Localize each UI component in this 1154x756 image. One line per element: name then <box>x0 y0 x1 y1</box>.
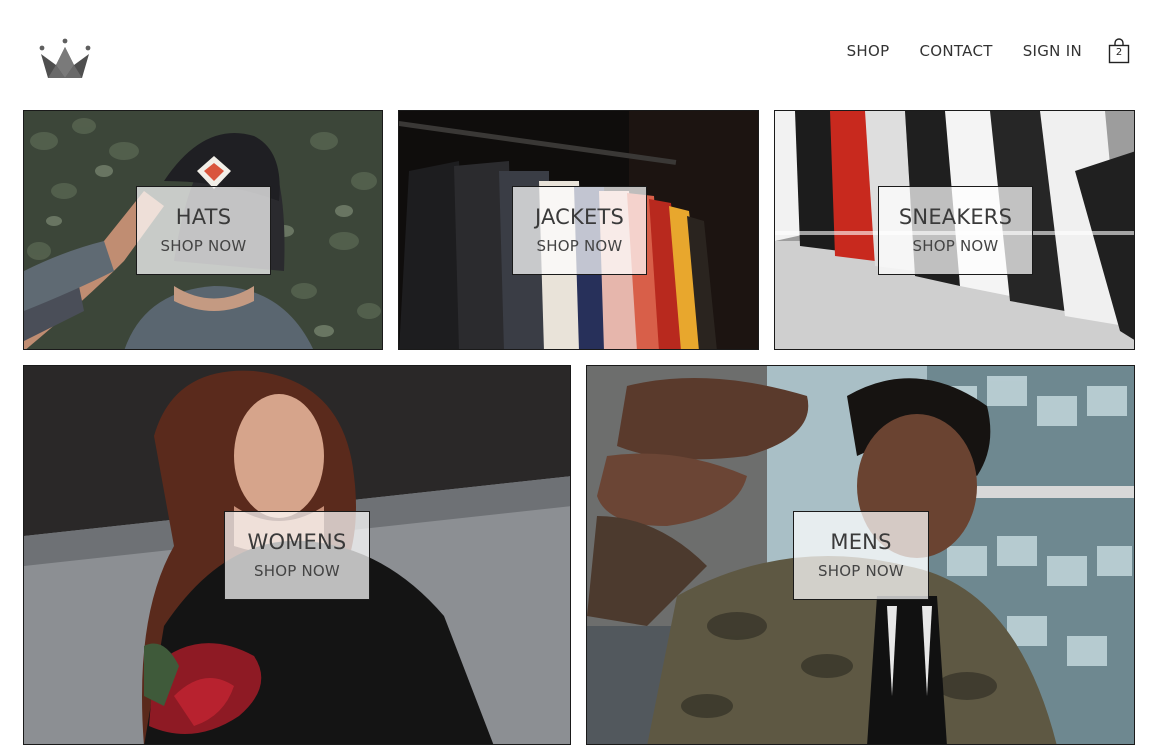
crown-logo-icon[interactable] <box>38 38 92 80</box>
nav-contact-link[interactable]: CONTACT <box>919 42 992 60</box>
category-tile-hats[interactable]: HATS SHOP NOW <box>23 110 383 350</box>
mens-shop-now[interactable]: SHOP NOW <box>818 562 904 580</box>
nav-shop-link[interactable]: SHOP <box>847 42 890 60</box>
jackets-label-box: JACKETS SHOP NOW <box>512 186 647 275</box>
category-tile-womens[interactable]: WOMENS SHOP NOW <box>23 365 571 745</box>
category-tile-mens[interactable]: MENS SHOP NOW <box>586 365 1135 745</box>
jackets-shop-now[interactable]: SHOP NOW <box>537 237 623 255</box>
sneakers-title: SNEAKERS <box>898 204 1013 229</box>
hats-title: HATS <box>175 204 232 229</box>
womens-shop-now[interactable]: SHOP NOW <box>254 562 340 580</box>
mens-label-box: MENS SHOP NOW <box>793 511 929 600</box>
cart-count-badge: 2 <box>1115 47 1123 58</box>
mens-title: MENS <box>830 529 892 554</box>
womens-title: WOMENS <box>247 529 347 554</box>
jackets-title: JACKETS <box>534 204 625 229</box>
category-tile-jackets[interactable]: JACKETS SHOP NOW <box>398 110 759 350</box>
sneakers-shop-now[interactable]: SHOP NOW <box>913 237 999 255</box>
main-nav: SHOP CONTACT SIGN IN 2 <box>817 36 1130 66</box>
sneakers-label-box: SNEAKERS SHOP NOW <box>878 186 1033 275</box>
hats-shop-now[interactable]: SHOP NOW <box>161 237 247 255</box>
cart-button[interactable]: 2 <box>1108 38 1130 64</box>
womens-label-box: WOMENS SHOP NOW <box>224 511 370 600</box>
category-tile-sneakers[interactable]: SNEAKERS SHOP NOW <box>774 110 1135 350</box>
hats-label-box: HATS SHOP NOW <box>136 186 271 275</box>
site-header: SHOP CONTACT SIGN IN 2 <box>0 0 1154 100</box>
nav-sign-in-link[interactable]: SIGN IN <box>1023 42 1082 60</box>
